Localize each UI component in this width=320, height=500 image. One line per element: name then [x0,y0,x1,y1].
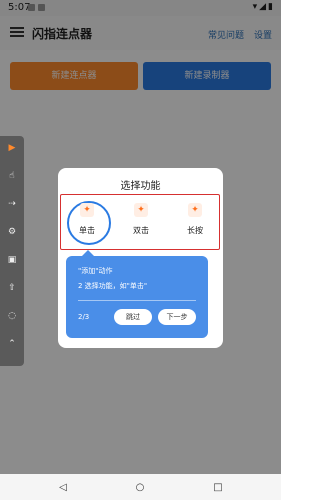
play-icon: ▶ [8,143,16,153]
back-icon[interactable]: ◁ [55,480,71,496]
share-icon: ⇧ [8,283,16,293]
floating-toolbar: ▶ ☝ ⇢ ⚙ ▣ ⇧ ◌ ⌃ [0,136,24,366]
collapse-icon: ⌃ [8,339,16,349]
function-single-tap[interactable]: ✦ 单击 [67,203,107,243]
save-icon: ▣ [7,255,17,265]
tap-icon: ☝ [9,171,15,181]
tooltip-text: 2 选择功能，如"单击" [78,282,148,290]
toolbar-save[interactable]: ▣ [0,254,24,278]
home-icon[interactable]: ○ [132,480,148,496]
tap-icon: ✦ [188,203,202,217]
tap-icon: ✦ [80,203,94,217]
next-button[interactable]: 下一步 [158,309,196,325]
toolbar-collapse[interactable]: ⌃ [0,338,24,362]
tooltip-step-counter: 2/3 [78,313,90,321]
toolbar-share[interactable]: ⇧ [0,282,24,306]
dialog-title: 选择功能 [120,181,161,192]
toolbar-hide[interactable]: ◌ [0,310,24,334]
function-label: 单击 [79,226,95,235]
recents-icon[interactable]: □ [210,480,226,496]
swipe-icon: ⇢ [8,199,16,209]
toolbar-settings[interactable]: ⚙ [0,226,24,250]
tooltip-heading: "添加"动作 [78,267,113,275]
function-long-press[interactable]: ✦ 长按 [175,203,215,243]
settings-icon: ⚙ [7,227,17,237]
toolbar-play[interactable]: ▶ [0,142,24,166]
function-highlight-box: ✦ 单击 ✦ 双击 ✦ 长按 [60,194,220,250]
tap-icon: ✦ [134,203,148,217]
function-label: 长按 [187,226,203,235]
tooltip-divider [78,300,196,301]
skip-button[interactable]: 跳过 [114,309,152,325]
hide-icon: ◌ [8,311,16,321]
function-double-tap[interactable]: ✦ 双击 [121,203,161,243]
function-label: 双击 [133,226,149,235]
guide-tooltip: "添加"动作 2 选择功能，如"单击" 2/3 跳过 下一步 [66,250,208,338]
system-navigation-bar: ◁ ○ □ [0,474,281,500]
toolbar-swipe[interactable]: ⇢ [0,198,24,222]
toolbar-tap[interactable]: ☝ [0,170,24,194]
tooltip-pointer [82,250,94,256]
